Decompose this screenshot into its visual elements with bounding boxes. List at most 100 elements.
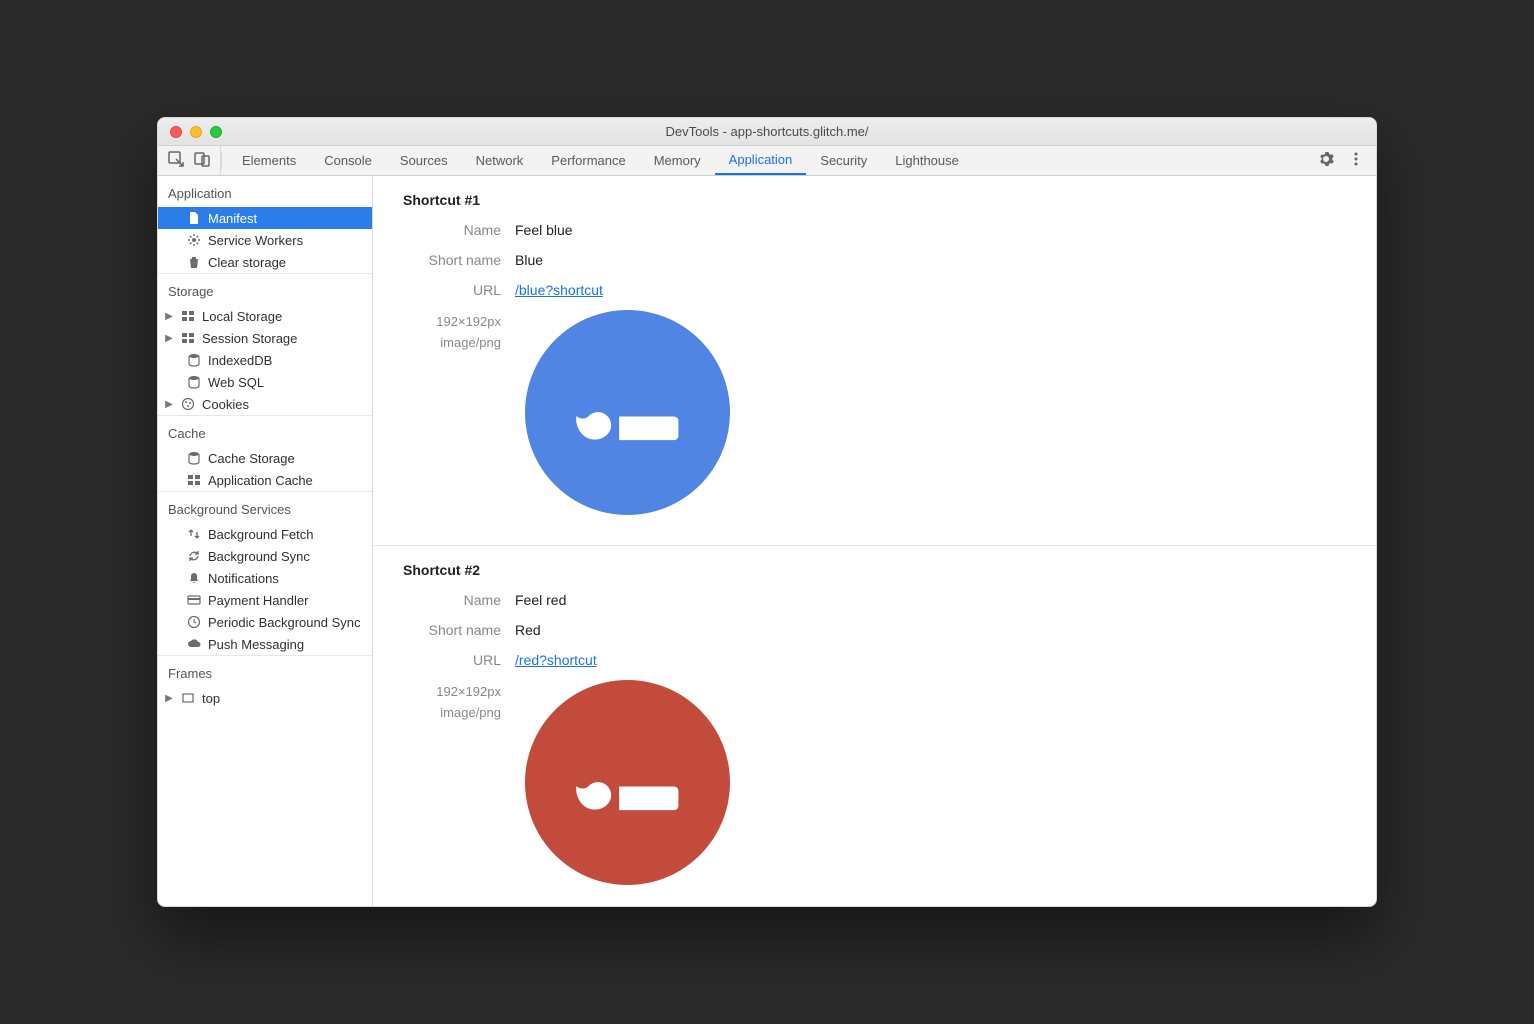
more-icon[interactable] [1348, 151, 1364, 170]
shortcut-heading: Shortcut #2 [403, 562, 1356, 578]
tab-lighthouse[interactable]: Lighthouse [881, 146, 973, 175]
maximize-icon[interactable] [210, 126, 222, 138]
sidebar-item-label: Cache Storage [208, 451, 295, 466]
icon-mime: image/png [403, 703, 501, 724]
tab-elements[interactable]: Elements [228, 146, 310, 175]
chevron-right-icon: ▶ [164, 693, 174, 704]
gear-icon [186, 232, 202, 248]
prop-label-short-name: Short name [403, 252, 515, 268]
tab-memory[interactable]: Memory [640, 146, 715, 175]
sidebar-item-manifest[interactable]: Manifest [158, 207, 372, 229]
window-controls [158, 126, 222, 138]
sidebar-item-label: Service Workers [208, 233, 303, 248]
sidebar-section-cache: Cache [158, 415, 372, 447]
sidebar-section-storage: Storage [158, 273, 372, 305]
sidebar-item-label: Push Messaging [208, 637, 304, 652]
sidebar-item-session-storage[interactable]: ▶ Session Storage [158, 327, 372, 349]
prop-label-url: URL [403, 282, 515, 298]
sidebar-item-label: Notifications [208, 571, 279, 586]
prop-value-name: Feel blue [515, 222, 573, 238]
grid-icon [186, 472, 202, 488]
chevron-right-icon: ▶ [164, 311, 174, 322]
tab-security[interactable]: Security [806, 146, 881, 175]
grid-icon [180, 308, 196, 324]
prop-label-url: URL [403, 652, 515, 668]
sidebar-item-local-storage[interactable]: ▶ Local Storage [158, 305, 372, 327]
manifest-pane: Shortcut #1 Name Feel blue Short name Bl… [373, 176, 1376, 906]
sidebar-item-application-cache[interactable]: Application Cache [158, 469, 372, 491]
sidebar-item-label: Application Cache [208, 473, 313, 488]
sidebar-section-background-services: Background Services [158, 491, 372, 523]
tab-console[interactable]: Console [310, 146, 386, 175]
file-icon [186, 210, 202, 226]
database-icon [186, 374, 202, 390]
titlebar: DevTools - app-shortcuts.glitch.me/ [158, 118, 1376, 146]
devtools-tabs-bar: Elements Console Sources Network Perform… [158, 146, 1376, 176]
sidebar-section-frames: Frames [158, 655, 372, 687]
device-toggle-icon[interactable] [194, 151, 210, 170]
updown-icon [186, 526, 202, 542]
inspect-icon[interactable] [168, 151, 184, 170]
sidebar-item-label: Manifest [208, 211, 257, 226]
trash-icon [186, 254, 202, 270]
sidebar-item-periodic-background-sync[interactable]: Periodic Background Sync [158, 611, 372, 633]
clock-icon [186, 614, 202, 630]
sidebar-item-label: Payment Handler [208, 593, 308, 608]
close-icon[interactable] [170, 126, 182, 138]
sync-icon [186, 548, 202, 564]
minimize-icon[interactable] [190, 126, 202, 138]
brush-icon [555, 721, 703, 869]
bell-icon [186, 570, 202, 586]
sidebar-item-payment-handler[interactable]: Payment Handler [158, 589, 372, 611]
prop-value-name: Feel red [515, 592, 566, 608]
database-icon [186, 450, 202, 466]
sidebar-item-clear-storage[interactable]: Clear storage [158, 251, 372, 273]
card-icon [186, 592, 202, 608]
sidebar-item-service-workers[interactable]: Service Workers [158, 229, 372, 251]
sidebar-item-cache-storage[interactable]: Cache Storage [158, 447, 372, 469]
application-sidebar: Application Manifest Service Workers Cle… [158, 176, 373, 906]
shortcut-icon-preview [525, 310, 730, 515]
sidebar-item-label: Session Storage [202, 331, 297, 346]
sidebar-item-websql[interactable]: Web SQL [158, 371, 372, 393]
sidebar-item-label: Periodic Background Sync [208, 615, 360, 630]
sidebar-item-label: Clear storage [208, 255, 286, 270]
devtools-window: DevTools - app-shortcuts.glitch.me/ Elem… [157, 117, 1377, 907]
tab-application[interactable]: Application [715, 146, 807, 175]
sidebar-item-label: Cookies [202, 397, 249, 412]
sidebar-item-label: Web SQL [208, 375, 264, 390]
tab-sources[interactable]: Sources [386, 146, 462, 175]
frame-icon [180, 690, 196, 706]
sidebar-item-background-sync[interactable]: Background Sync [158, 545, 372, 567]
sidebar-item-notifications[interactable]: Notifications [158, 567, 372, 589]
sidebar-item-label: Background Sync [208, 549, 310, 564]
database-icon [186, 352, 202, 368]
shortcut-icon-preview [525, 680, 730, 885]
prop-label-short-name: Short name [403, 622, 515, 638]
gear-icon[interactable] [1318, 151, 1334, 170]
prop-label-name: Name [403, 592, 515, 608]
sidebar-item-label: Background Fetch [208, 527, 314, 542]
sidebar-item-label: top [202, 691, 220, 706]
window-title: DevTools - app-shortcuts.glitch.me/ [158, 124, 1376, 139]
icon-size: 192×192px [403, 312, 501, 333]
sidebar-section-application: Application [158, 176, 372, 207]
chevron-right-icon: ▶ [164, 333, 174, 344]
icon-mime: image/png [403, 333, 501, 354]
shortcut-url-link[interactable]: /blue?shortcut [515, 282, 603, 298]
tab-network[interactable]: Network [462, 146, 538, 175]
sidebar-item-frame-top[interactable]: ▶ top [158, 687, 372, 709]
sidebar-item-indexeddb[interactable]: IndexedDB [158, 349, 372, 371]
cloud-icon [186, 636, 202, 652]
shortcut-block-2: Shortcut #2 Name Feel red Short name Red… [373, 546, 1376, 906]
brush-icon [555, 351, 703, 499]
sidebar-item-background-fetch[interactable]: Background Fetch [158, 523, 372, 545]
icon-meta: 192×192px image/png [403, 312, 515, 354]
icon-meta: 192×192px image/png [403, 682, 515, 724]
sidebar-item-cookies[interactable]: ▶ Cookies [158, 393, 372, 415]
prop-label-name: Name [403, 222, 515, 238]
sidebar-item-push-messaging[interactable]: Push Messaging [158, 633, 372, 655]
shortcut-url-link[interactable]: /red?shortcut [515, 652, 597, 668]
tab-performance[interactable]: Performance [537, 146, 639, 175]
prop-value-short-name: Blue [515, 252, 543, 268]
